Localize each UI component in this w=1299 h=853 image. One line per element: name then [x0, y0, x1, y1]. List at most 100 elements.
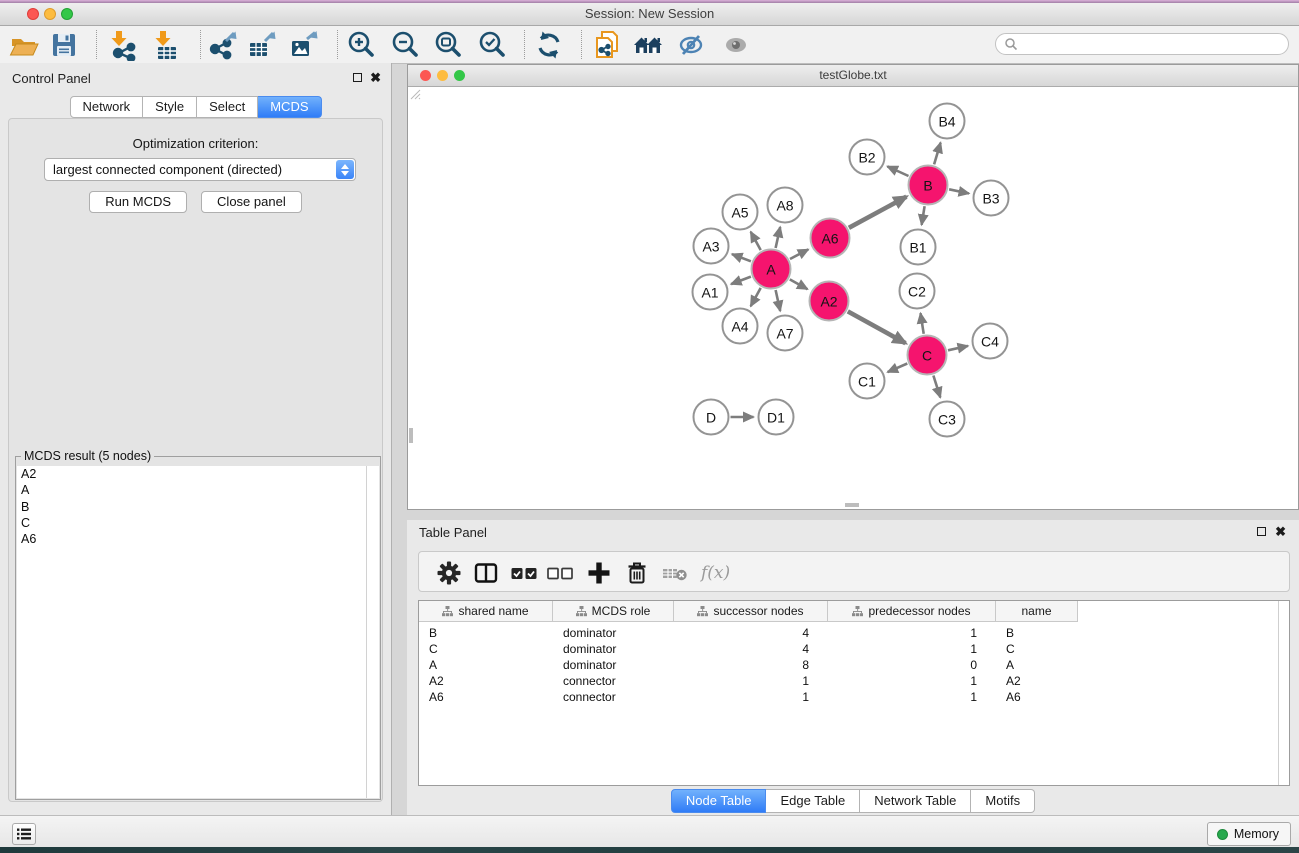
deselect-all-checkboxes-icon[interactable]: [547, 560, 573, 586]
graph-node-A5[interactable]: A5: [722, 194, 759, 231]
list-scrollbar[interactable]: [366, 466, 379, 798]
table-cell: A6: [419, 690, 553, 704]
refresh-layout-icon[interactable]: [533, 29, 565, 61]
zoom-fit-icon[interactable]: [432, 29, 464, 61]
graph-node-B[interactable]: B: [908, 165, 949, 206]
search-input[interactable]: [1018, 35, 1288, 53]
tab-edge-table[interactable]: Edge Table: [766, 789, 860, 813]
network-zoom-traffic-light[interactable]: [454, 70, 465, 81]
export-network-icon[interactable]: [208, 29, 240, 61]
graph-node-A2[interactable]: A2: [809, 281, 850, 322]
graph-node-C1[interactable]: C1: [849, 363, 886, 400]
delete-column-trash-icon[interactable]: [624, 560, 650, 586]
split-columns-icon[interactable]: [473, 560, 499, 586]
import-network-icon[interactable]: [106, 29, 138, 61]
table-scrollbar[interactable]: [1278, 601, 1289, 785]
select-all-checkboxes-icon[interactable]: [511, 560, 537, 586]
graph-node-A7[interactable]: A7: [767, 315, 804, 352]
table-row[interactable]: A2connector11A2: [419, 673, 1289, 689]
graph-node-D[interactable]: D: [693, 399, 730, 436]
delete-table-icon[interactable]: [662, 560, 688, 586]
column-header-name[interactable]: name: [996, 601, 1078, 622]
zoom-out-icon[interactable]: [389, 29, 421, 61]
tab-network[interactable]: Network: [69, 96, 143, 118]
close-traffic-light[interactable]: [27, 8, 39, 20]
canvas-horizontal-scrollbar[interactable]: [845, 503, 859, 507]
table-settings-gear-icon[interactable]: [436, 560, 462, 586]
zoom-in-icon[interactable]: [345, 29, 377, 61]
graph-node-A4[interactable]: A4: [722, 308, 759, 345]
graph-node-C[interactable]: C: [907, 335, 948, 376]
function-builder-icon[interactable]: f(x): [701, 560, 727, 586]
search-box[interactable]: [995, 33, 1289, 55]
duplicate-network-icon[interactable]: [591, 29, 623, 61]
graph-node-A[interactable]: A: [751, 249, 792, 290]
show-panels-eye-icon[interactable]: [720, 29, 752, 61]
tab-motifs[interactable]: Motifs: [971, 789, 1035, 813]
zoom-traffic-light[interactable]: [61, 8, 73, 20]
table-row[interactable]: Cdominator41C: [419, 641, 1289, 657]
mcds-result-item[interactable]: A2: [17, 466, 379, 482]
graph-node-B2[interactable]: B2: [849, 139, 886, 176]
export-table-icon[interactable]: [246, 29, 278, 61]
table-row[interactable]: Bdominator41B: [419, 625, 1289, 641]
close-table-panel-icon[interactable]: ✖: [1275, 526, 1286, 538]
mcds-result-item[interactable]: A6: [17, 531, 379, 547]
tab-node-table[interactable]: Node Table: [671, 789, 767, 813]
graph-node-A1[interactable]: A1: [692, 274, 729, 311]
close-panel-button[interactable]: Close panel: [201, 191, 302, 213]
network-minimize-traffic-light[interactable]: [437, 70, 448, 81]
table-cell: B: [419, 626, 553, 640]
mcds-result-item[interactable]: A: [17, 482, 379, 498]
canvas-vertical-scrollbar[interactable]: [409, 428, 413, 443]
graph-node-B4[interactable]: B4: [929, 103, 966, 140]
mcds-result-item[interactable]: B: [17, 499, 379, 515]
home-view-icon[interactable]: [632, 29, 664, 61]
memory-label: Memory: [1234, 827, 1279, 841]
graph-node-A3[interactable]: A3: [693, 228, 730, 265]
network-close-traffic-light[interactable]: [420, 70, 431, 81]
optimization-criterion-dropdown[interactable]: largest connected component (directed): [44, 158, 356, 181]
close-panel-icon[interactable]: ✖: [370, 72, 381, 84]
graph-node-C2[interactable]: C2: [899, 273, 936, 310]
graph-node-C3[interactable]: C3: [929, 401, 966, 438]
graph-node-A6[interactable]: A6: [810, 218, 851, 259]
float-panel-icon[interactable]: [353, 73, 362, 82]
tab-style[interactable]: Style: [143, 96, 197, 118]
tab-network-table[interactable]: Network Table: [860, 789, 971, 813]
open-file-icon[interactable]: [8, 29, 40, 61]
table-row[interactable]: Adominator80A: [419, 657, 1289, 673]
export-image-icon[interactable]: [288, 29, 320, 61]
run-mcds-button[interactable]: Run MCDS: [89, 191, 187, 213]
column-header-predecessor-nodes[interactable]: predecessor nodes: [828, 601, 996, 622]
import-table-icon[interactable]: [150, 29, 182, 61]
minimize-traffic-light[interactable]: [44, 8, 56, 20]
resize-grip-icon[interactable]: [408, 87, 421, 100]
column-header-shared-name[interactable]: shared name: [419, 601, 553, 622]
memory-button[interactable]: Memory: [1207, 822, 1291, 846]
save-session-icon[interactable]: [48, 29, 80, 61]
table-cell: 4: [674, 626, 828, 640]
column-header-successor-nodes[interactable]: successor nodes: [674, 601, 828, 622]
graph-node-B1[interactable]: B1: [900, 229, 937, 266]
graph-node-A8[interactable]: A8: [767, 187, 804, 224]
graph-node-C4[interactable]: C4: [972, 323, 1009, 360]
network-canvas[interactable]: B4 B2 B B3 A8A5 A6 A3 B1 A C2 A1 A2 A4A7 C4 C C1 D D1 C3: [408, 87, 1298, 509]
tab-select[interactable]: Select: [197, 96, 258, 118]
mcds-result-list[interactable]: A2ABCA6: [17, 466, 379, 798]
float-table-panel-icon[interactable]: [1257, 527, 1266, 536]
mcds-result-item[interactable]: C: [17, 515, 379, 531]
column-header-mcds-role[interactable]: MCDS role: [553, 601, 674, 622]
zoom-selected-icon[interactable]: [476, 29, 508, 61]
dropdown-stepper-icon[interactable]: [336, 160, 354, 179]
task-history-button[interactable]: [12, 823, 36, 845]
hide-panels-icon[interactable]: [675, 29, 707, 61]
graph-node-B3[interactable]: B3: [973, 180, 1010, 217]
table-row[interactable]: A6connector11A6: [419, 689, 1289, 705]
memory-status-icon: [1217, 829, 1228, 840]
status-bar: Memory: [0, 815, 1299, 847]
graph-node-D1[interactable]: D1: [758, 399, 795, 436]
toolbar-separator: [96, 30, 97, 59]
add-column-plus-icon[interactable]: [586, 560, 612, 586]
tab-mcds[interactable]: MCDS: [258, 96, 321, 118]
